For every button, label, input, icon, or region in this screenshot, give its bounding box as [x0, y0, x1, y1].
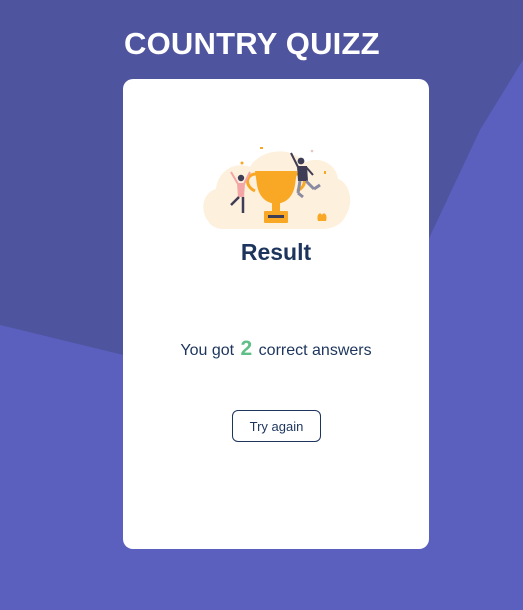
quiz-page: COUNTRY QUIZZ Result You got 2 correct a…	[0, 0, 523, 610]
score-line: You got 2 correct answers	[123, 337, 429, 361]
try-again-button[interactable]: Try again	[232, 410, 321, 442]
result-card: Result You got 2 correct answers Try aga…	[123, 79, 429, 549]
score-value: 2	[240, 337, 253, 360]
app-title: COUNTRY QUIZZ	[124, 26, 380, 61]
winners-trophy-icon	[203, 147, 351, 229]
score-suffix: correct answers	[258, 342, 372, 359]
score-prefix: You got	[180, 342, 235, 359]
result-heading: Result	[240, 239, 312, 265]
